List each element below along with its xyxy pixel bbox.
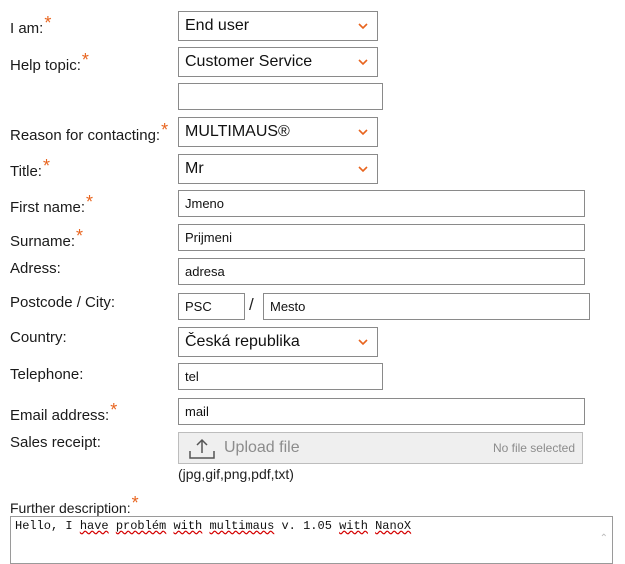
required-marker: * (44, 13, 52, 33)
upload-file-button[interactable]: Upload file No file selected (178, 432, 583, 464)
postcode-city-separator: / (249, 295, 254, 314)
city-input[interactable]: Mesto (263, 293, 590, 320)
i-am-label: I am:* (10, 13, 52, 37)
i-am-select[interactable]: End user (178, 11, 378, 41)
help-topic-label: Help topic:* (10, 50, 89, 74)
scroll-up-icon[interactable]: ⌃ (600, 533, 608, 545)
address-label: Adress: (10, 260, 61, 277)
upload-file-label: Upload file (224, 439, 300, 456)
misspelled-word: problém (115, 519, 167, 533)
misspelled-word: with (173, 519, 203, 533)
country-select[interactable]: Česká republika (178, 327, 378, 357)
sales-receipt-label: Sales receipt: (10, 434, 101, 451)
chevron-down-icon (358, 339, 368, 346)
required-marker: * (110, 400, 118, 420)
first-name-input[interactable]: Jmeno (178, 190, 585, 217)
required-marker: * (161, 120, 169, 140)
reason-select[interactable]: MULTIMAUS® (178, 117, 378, 147)
further-description-label: Further description:* (10, 493, 139, 516)
chevron-down-icon (358, 129, 368, 136)
upload-status-text: No file selected (492, 441, 575, 455)
surname-input[interactable]: Prijmeni (178, 224, 585, 251)
file-types-hint: (jpg,gif,png,pdf,txt) (178, 466, 294, 482)
help-topic-select[interactable]: Customer Service (178, 47, 378, 77)
surname-label: Surname:* (10, 226, 84, 250)
title-label: Title:* (10, 156, 50, 180)
telephone-label: Telephone: (10, 366, 84, 383)
misspelled-word: NanoX (375, 519, 412, 533)
first-name-label: First name:* (10, 192, 94, 216)
required-marker: * (86, 192, 94, 212)
postcode-input[interactable]: PSC (178, 293, 245, 320)
address-input[interactable]: adresa (178, 258, 585, 285)
required-marker: * (42, 156, 50, 176)
required-marker: * (81, 50, 89, 70)
title-select[interactable]: Mr (178, 154, 378, 184)
required-marker: * (131, 493, 139, 513)
email-label: Email address:* (10, 400, 118, 424)
misspelled-word: with (339, 519, 368, 533)
misspelled-word: multimaus (209, 519, 275, 533)
misspelled-word: have (79, 519, 109, 533)
chevron-down-icon (358, 23, 368, 30)
chevron-down-icon (358, 166, 368, 173)
telephone-input[interactable]: tel (178, 363, 383, 390)
country-label: Country: (10, 329, 67, 346)
required-marker: * (76, 226, 84, 246)
email-input[interactable]: mail (178, 398, 585, 425)
postcode-city-label: Postcode / City: (10, 294, 116, 311)
help-topic-extra-input[interactable] (178, 83, 383, 110)
upload-icon (189, 438, 215, 459)
reason-label: Reason for contacting:* (10, 120, 169, 144)
further-description-textarea[interactable]: Hello, I have problém with multimaus v. … (10, 516, 613, 564)
chevron-down-icon (358, 59, 368, 66)
